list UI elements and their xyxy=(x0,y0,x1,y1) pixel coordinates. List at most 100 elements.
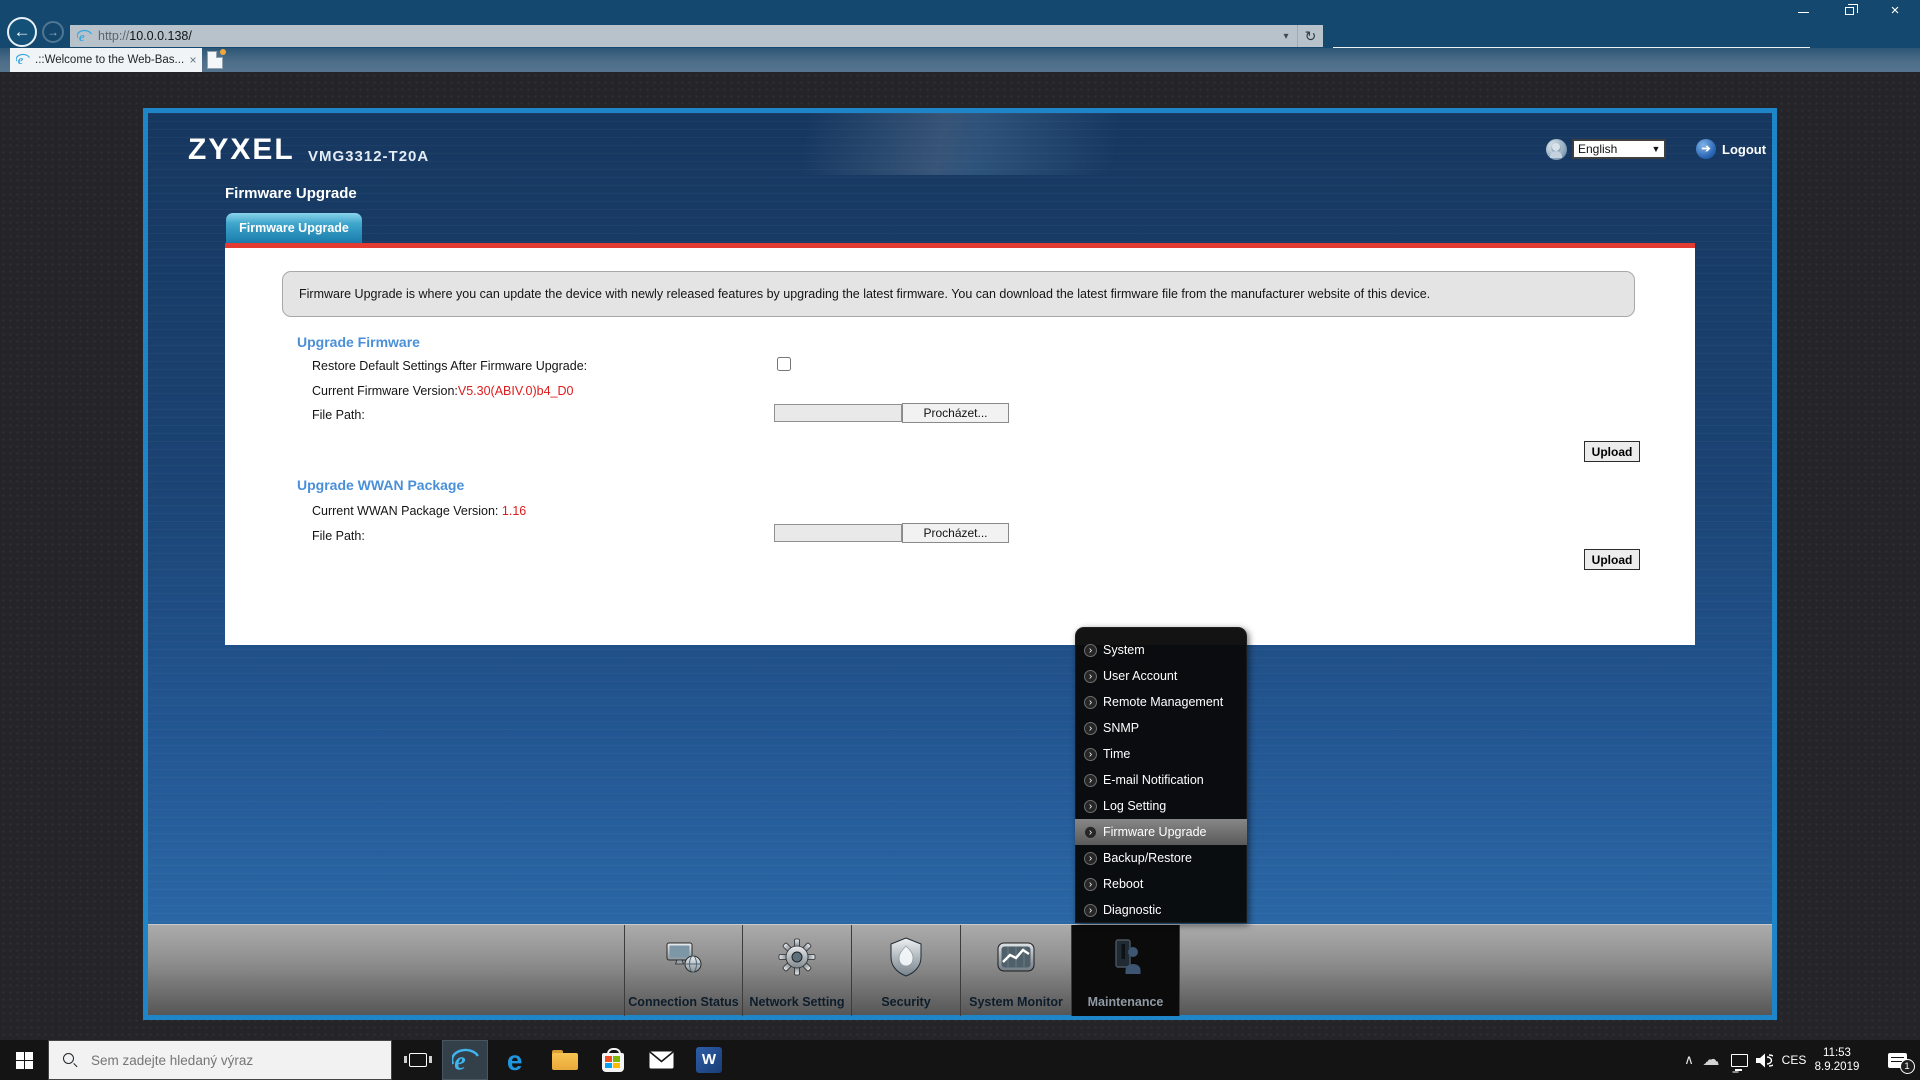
forward-icon[interactable]: → xyxy=(42,21,64,43)
menu-item-time[interactable]: ›Time xyxy=(1075,741,1247,767)
file-path-label: File Path: xyxy=(312,529,365,543)
notification-badge: 1 xyxy=(1900,1059,1915,1074)
url-dropdown-icon[interactable]: ▾ xyxy=(1275,31,1297,42)
menu-item-label: Remote Management xyxy=(1103,695,1223,709)
browser-tabrow xyxy=(0,48,1920,72)
refresh-icon[interactable]: ↻ xyxy=(1297,25,1323,47)
nav-label: Connection Status xyxy=(625,995,742,1009)
menu-item-label: Time xyxy=(1103,747,1130,761)
firmware-version-label: Current Firmware Version: xyxy=(312,384,458,398)
tray-clock[interactable]: 11:53 8.9.2019 xyxy=(1808,1040,1866,1080)
browser-tab[interactable]: e .::Welcome to the Web-Bas... × xyxy=(10,48,202,72)
nav-network-setting[interactable]: Network Setting xyxy=(742,925,851,1016)
menu-item-log-setting[interactable]: ›Log Setting xyxy=(1075,793,1247,819)
ie-icon: e xyxy=(77,29,92,44)
firmware-version-row: Current Firmware Version:V5.30(ABIV.0)b4… xyxy=(312,384,573,398)
chevron-right-icon: › xyxy=(1084,670,1097,683)
wwan-file-path-input[interactable] xyxy=(774,524,902,542)
start-button[interactable] xyxy=(0,1040,48,1080)
close-icon[interactable]: × xyxy=(1878,0,1912,22)
nav-label: Network Setting xyxy=(743,995,851,1009)
section-heading-upgrade-firmware: Upgrade Firmware xyxy=(297,334,420,350)
wwan-upload-button[interactable]: Upload xyxy=(1584,549,1640,570)
wwan-browse-button[interactable]: Procházet... xyxy=(902,523,1009,543)
wwan-version-value: 1.16 xyxy=(502,504,526,518)
nav-security[interactable]: Security xyxy=(851,925,960,1016)
section-heading-upgrade-wwan: Upgrade WWAN Package xyxy=(297,477,464,493)
menu-item-remote-management[interactable]: ›Remote Management xyxy=(1075,689,1247,715)
volume-icon[interactable] xyxy=(1750,1040,1778,1080)
taskbar-search-input[interactable] xyxy=(78,1053,391,1068)
minimize-icon[interactable] xyxy=(1786,0,1820,22)
menu-item-email-notification[interactable]: ›E-mail Notification xyxy=(1075,767,1247,793)
logout-button[interactable]: Logout xyxy=(1722,142,1766,157)
firmware-browse-button[interactable]: Procházet... xyxy=(902,403,1009,423)
content-panel: Firmware Upgrade is where you can update… xyxy=(225,248,1695,645)
menu-item-label: User Account xyxy=(1103,669,1177,683)
menu-item-reboot[interactable]: ›Reboot xyxy=(1075,871,1247,897)
restore-default-checkbox[interactable] xyxy=(777,357,791,371)
nav-maintenance[interactable]: Maintenance xyxy=(1071,925,1180,1016)
firmware-version-value: V5.30(ABIV.0)b4_D0 xyxy=(458,384,574,398)
menu-item-system[interactable]: ›System xyxy=(1075,637,1247,663)
menu-item-label: Backup/Restore xyxy=(1103,851,1192,865)
mail-icon[interactable] xyxy=(640,1040,682,1080)
connection-status-icon xyxy=(625,932,742,982)
logout-icon[interactable]: ➔ xyxy=(1696,139,1716,159)
system-monitor-icon xyxy=(961,932,1071,982)
nav-system-monitor[interactable]: System Monitor xyxy=(960,925,1071,1016)
microsoft-store-icon[interactable] xyxy=(592,1040,634,1080)
nav-label: Security xyxy=(852,995,960,1009)
firmware-upload-button[interactable]: Upload xyxy=(1584,441,1640,462)
tray-time: 11:53 xyxy=(1808,1046,1866,1060)
notification-icon[interactable]: 1 xyxy=(1876,1040,1918,1080)
language-value: English xyxy=(1574,142,1648,156)
taskbar-ie-icon[interactable]: e xyxy=(442,1040,488,1080)
page-title: Firmware Upgrade xyxy=(225,185,357,202)
tab-firmware-upgrade[interactable]: Firmware Upgrade xyxy=(226,213,362,243)
tray-chevron-icon[interactable]: ∧ xyxy=(1678,1040,1700,1080)
tray-language[interactable]: CES xyxy=(1776,1040,1812,1080)
menu-item-user-account[interactable]: › User Account xyxy=(1075,663,1247,689)
file-path-label: File Path: xyxy=(312,408,365,422)
menu-item-backup-restore[interactable]: › Backup/Restore xyxy=(1075,845,1247,871)
language-globe-icon xyxy=(1546,139,1567,160)
taskbar-search-box[interactable] xyxy=(48,1040,392,1080)
router-page: ZYXEL VMG3312-T20A English ▼ ➔ Logout Fi… xyxy=(143,108,1777,1020)
chevron-right-icon: › xyxy=(1084,644,1097,657)
bottom-navbar: Connection Status xyxy=(148,924,1772,1015)
network-setting-icon xyxy=(743,932,851,982)
chevron-right-icon: › xyxy=(1084,904,1097,917)
file-explorer-icon[interactable] xyxy=(544,1040,586,1080)
taskbar-edge-icon[interactable]: e xyxy=(496,1040,538,1080)
windows-taskbar: e e W ∧ ☁ xyxy=(0,1040,1920,1080)
menu-item-label: Log Setting xyxy=(1103,799,1166,813)
ie-icon: e xyxy=(16,53,30,67)
url-protocol: http:// xyxy=(98,29,129,43)
back-icon[interactable]: ← xyxy=(7,17,37,47)
search-icon xyxy=(63,1053,78,1068)
language-select[interactable]: English ▼ xyxy=(1572,139,1666,159)
task-view-icon[interactable] xyxy=(398,1040,438,1080)
new-tab-icon[interactable] xyxy=(207,51,223,69)
wwan-version-label: Current WWAN Package Version: xyxy=(312,504,502,518)
network-tray-icon[interactable] xyxy=(1726,1040,1752,1080)
onedrive-icon[interactable]: ☁ xyxy=(1698,1040,1724,1080)
restore-default-label: Restore Default Settings After Firmware … xyxy=(312,359,587,373)
svg-text:e: e xyxy=(506,1047,522,1074)
menu-item-snmp[interactable]: ›SNMP xyxy=(1075,715,1247,741)
nav-label: Maintenance xyxy=(1072,995,1179,1009)
address-bar[interactable]: e http://10.0.0.138/ ▾ ↻ xyxy=(70,25,1323,47)
tray-date: 8.9.2019 xyxy=(1808,1060,1866,1074)
menu-item-diagnostic[interactable]: › Diagnostic xyxy=(1075,897,1247,923)
nav-connection-status[interactable]: Connection Status xyxy=(624,925,742,1016)
menu-item-firmware-upgrade[interactable]: ›Firmware Upgrade xyxy=(1075,819,1247,845)
chevron-right-icon: › xyxy=(1084,852,1097,865)
restore-icon[interactable] xyxy=(1832,0,1866,22)
word-icon[interactable]: W xyxy=(688,1040,730,1080)
menu-item-label: Diagnostic xyxy=(1103,903,1161,917)
firmware-file-path-input[interactable] xyxy=(774,404,902,422)
tab-title: .::Welcome to the Web-Bas... xyxy=(35,54,184,66)
tab-close-icon[interactable]: × xyxy=(184,53,202,67)
browser-titlebar: × xyxy=(0,0,1920,22)
